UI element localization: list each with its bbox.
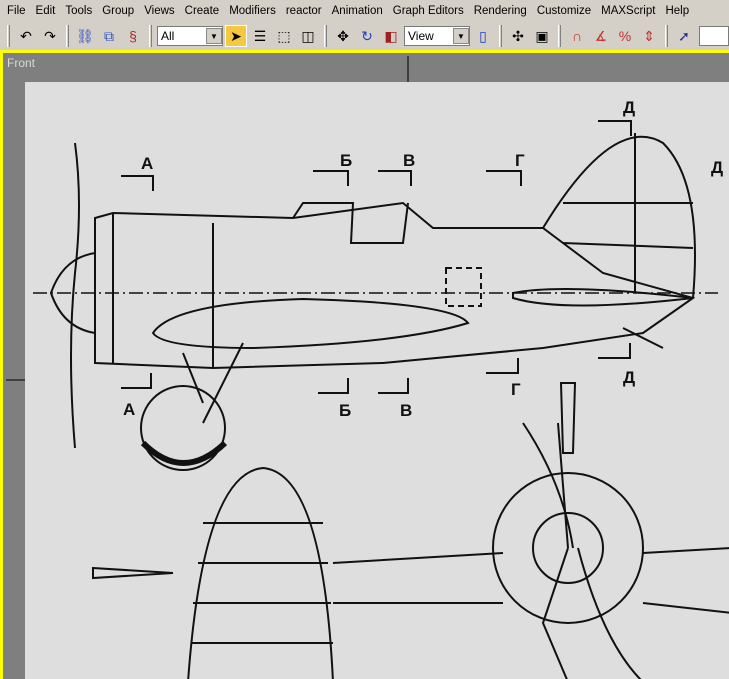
menu-tools[interactable]: Tools bbox=[60, 5, 97, 17]
menu-rendering[interactable]: Rendering bbox=[469, 5, 532, 17]
menu-bar: File Edit Tools Group Views Create Modif… bbox=[0, 0, 729, 22]
window-crossing-icon[interactable]: ◫ bbox=[297, 25, 319, 47]
menu-views[interactable]: Views bbox=[139, 5, 179, 17]
reference-coordinate-value: View bbox=[408, 29, 434, 43]
chevron-down-icon: ▼ bbox=[206, 28, 222, 44]
select-and-rotate-icon[interactable]: ↻ bbox=[356, 25, 378, 47]
blueprint-image: А А Б Б В В Г Г Д Д Д bbox=[6, 56, 729, 679]
angle-snap-icon[interactable]: ∡ bbox=[590, 25, 612, 47]
undo-icon[interactable]: ↶ bbox=[15, 25, 37, 47]
front-viewport[interactable]: А А Б Б В В Г Г Д Д Д Front bbox=[0, 50, 729, 679]
separator bbox=[149, 25, 152, 47]
menu-maxscript[interactable]: MAXScript bbox=[596, 5, 660, 17]
rectangular-selection-icon[interactable]: ⬚ bbox=[273, 25, 295, 47]
viewport-label[interactable]: Front bbox=[7, 56, 35, 70]
section-label-g: Г bbox=[515, 151, 525, 170]
menu-graph-editors[interactable]: Graph Editors bbox=[388, 5, 469, 17]
menu-modifiers[interactable]: Modifiers bbox=[224, 5, 281, 17]
chevron-down-icon: ▼ bbox=[453, 28, 469, 44]
menu-edit[interactable]: Edit bbox=[31, 5, 61, 17]
select-and-move-icon[interactable]: ✥ bbox=[332, 25, 354, 47]
keyboard-shortcut-override-icon[interactable]: ▣ bbox=[531, 25, 553, 47]
section-label-v: В bbox=[403, 151, 415, 170]
section-label-d: Д bbox=[623, 98, 635, 117]
separator bbox=[558, 25, 561, 47]
menu-animation[interactable]: Animation bbox=[327, 5, 388, 17]
menu-create[interactable]: Create bbox=[180, 5, 225, 17]
separator bbox=[665, 25, 668, 47]
select-and-manipulate-icon[interactable]: ✣ bbox=[507, 25, 529, 47]
section-label-a: А bbox=[123, 400, 135, 419]
selection-filter-dropdown[interactable]: All ▼ bbox=[157, 26, 223, 46]
menu-help[interactable]: Help bbox=[660, 5, 694, 17]
select-and-scale-icon[interactable]: ◧ bbox=[380, 25, 402, 47]
section-label-b: Б bbox=[339, 401, 351, 420]
section-label-a: А bbox=[141, 154, 153, 173]
select-by-name-icon[interactable]: ☰ bbox=[249, 25, 271, 47]
redo-icon[interactable]: ↷ bbox=[39, 25, 61, 47]
pivot-point-center-icon[interactable]: ▯ bbox=[472, 25, 494, 47]
snaps-toggle-icon[interactable]: ∩ bbox=[566, 25, 588, 47]
percent-snap-icon[interactable]: % bbox=[614, 25, 636, 47]
toolbar-grip[interactable] bbox=[7, 25, 10, 47]
menu-group[interactable]: Group bbox=[97, 5, 139, 17]
section-label-g: Г bbox=[511, 380, 521, 399]
select-and-link-icon[interactable]: ⛓ bbox=[74, 25, 96, 47]
section-label-b: Б bbox=[340, 151, 352, 170]
spinner-snap-icon[interactable]: ⇕ bbox=[638, 25, 660, 47]
menu-file[interactable]: File bbox=[2, 5, 31, 17]
selection-filter-value: All bbox=[161, 29, 175, 43]
unlink-icon[interactable]: ⧉ bbox=[98, 25, 120, 47]
section-label-d: Д bbox=[623, 368, 635, 387]
menu-customize[interactable]: Customize bbox=[532, 5, 596, 17]
separator bbox=[324, 25, 327, 47]
separator bbox=[66, 25, 69, 47]
menu-reactor[interactable]: reactor bbox=[281, 5, 327, 17]
section-label-v: В bbox=[400, 401, 412, 420]
reference-coordinate-dropdown[interactable]: View ▼ bbox=[404, 26, 470, 46]
select-object-icon[interactable]: ➤ bbox=[225, 25, 247, 47]
bind-space-warp-icon[interactable]: § bbox=[122, 25, 144, 47]
section-label-d: Д bbox=[711, 158, 723, 177]
main-toolbar: ↶ ↷ ⛓ ⧉ § All ▼ ➤ ☰ ⬚ ◫ ✥ ↻ ◧ View ▼ ▯ ✣ ▣… bbox=[0, 22, 729, 50]
edit-named-selection-icon[interactable]: ➚ bbox=[673, 25, 695, 47]
separator bbox=[499, 25, 502, 47]
named-selection-set-input[interactable] bbox=[699, 26, 729, 46]
